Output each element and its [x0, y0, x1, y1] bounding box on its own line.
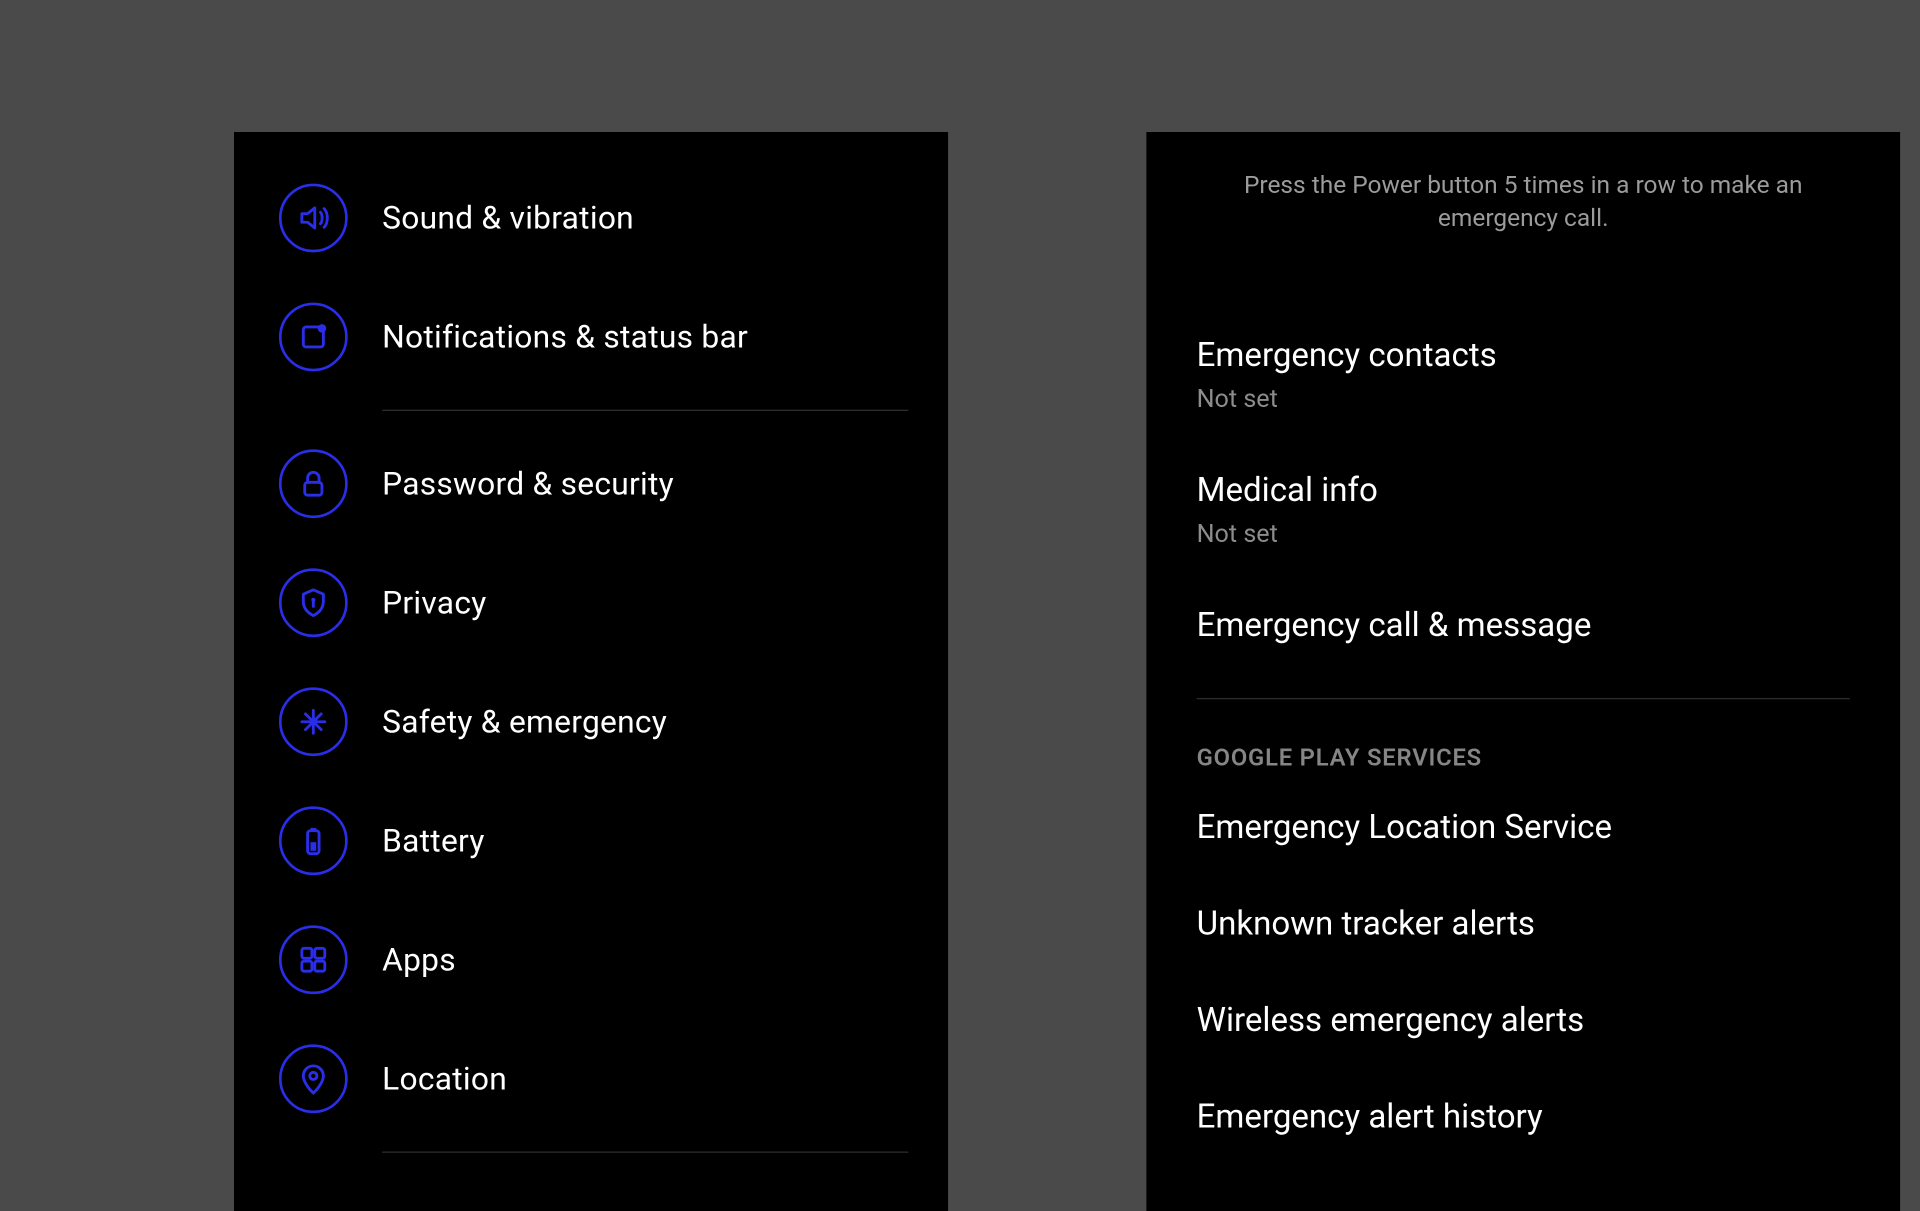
detail-item-title: Emergency alert history [1197, 1099, 1850, 1137]
detail-item-subtitle: Not set [1197, 518, 1850, 548]
detail-item-title: Wireless emergency alerts [1197, 1002, 1850, 1040]
settings-item-safety-emergency[interactable]: Safety & emergency [234, 662, 948, 781]
settings-item-label: Safety & emergency [382, 703, 667, 740]
settings-item-label: Sound & vibration [382, 199, 634, 236]
detail-item-title: Emergency call & message [1197, 607, 1850, 645]
settings-item-privacy[interactable]: Privacy [234, 543, 948, 662]
medical-icon [279, 687, 348, 756]
settings-item-label: Notifications & status bar [382, 318, 748, 355]
divider [382, 1151, 908, 1152]
settings-item-notifications[interactable]: Notifications & status bar [234, 277, 948, 396]
sound-icon [279, 184, 348, 253]
settings-list-panel: Sound & vibration Notifications & status… [234, 132, 948, 1211]
settings-item-apps[interactable]: Apps [234, 900, 948, 1019]
settings-item-label: Location [382, 1060, 507, 1097]
battery-icon [279, 806, 348, 875]
settings-item-label: Apps [382, 941, 456, 978]
settings-item-sound[interactable]: Sound & vibration [234, 158, 948, 277]
pin-icon [279, 1044, 348, 1113]
detail-item-wireless-emergency-alerts[interactable]: Wireless emergency alerts [1197, 973, 1850, 1070]
detail-item-title: Emergency Location Service [1197, 809, 1850, 847]
settings-item-label: Password & security [382, 465, 674, 502]
detail-item-title: Unknown tracker alerts [1197, 905, 1850, 943]
settings-item-battery[interactable]: Battery [234, 781, 948, 900]
detail-item-emergency-location-service[interactable]: Emergency Location Service [1197, 780, 1850, 877]
detail-item-unknown-tracker-alerts[interactable]: Unknown tracker alerts [1197, 876, 1850, 973]
detail-item-medical-info[interactable]: Medical info Not set [1197, 443, 1850, 578]
detail-item-emergency-contacts[interactable]: Emergency contacts Not set [1197, 308, 1850, 443]
notification-icon [279, 303, 348, 372]
divider [1197, 698, 1850, 699]
detail-item-emergency-call-message[interactable]: Emergency call & message [1197, 578, 1850, 675]
detail-item-title: Emergency contacts [1197, 337, 1850, 375]
divider [382, 410, 908, 411]
shield-icon [279, 568, 348, 637]
settings-item-label: Privacy [382, 584, 486, 621]
settings-item-label: Battery [382, 822, 485, 859]
section-header-google-play-services: GOOGLE PLAY SERVICES [1197, 710, 1850, 780]
detail-item-title: Medical info [1197, 472, 1850, 510]
detail-item-emergency-alert-history[interactable]: Emergency alert history [1197, 1069, 1850, 1166]
apps-icon [279, 925, 348, 994]
settings-item-password-security[interactable]: Password & security [234, 424, 948, 543]
lock-icon [279, 449, 348, 518]
emergency-sos-hint: Press the Power button 5 times in a row … [1146, 132, 1900, 235]
safety-emergency-panel: Press the Power button 5 times in a row … [1146, 132, 1900, 1211]
settings-item-location[interactable]: Location [234, 1019, 948, 1138]
detail-item-subtitle: Not set [1197, 383, 1850, 413]
